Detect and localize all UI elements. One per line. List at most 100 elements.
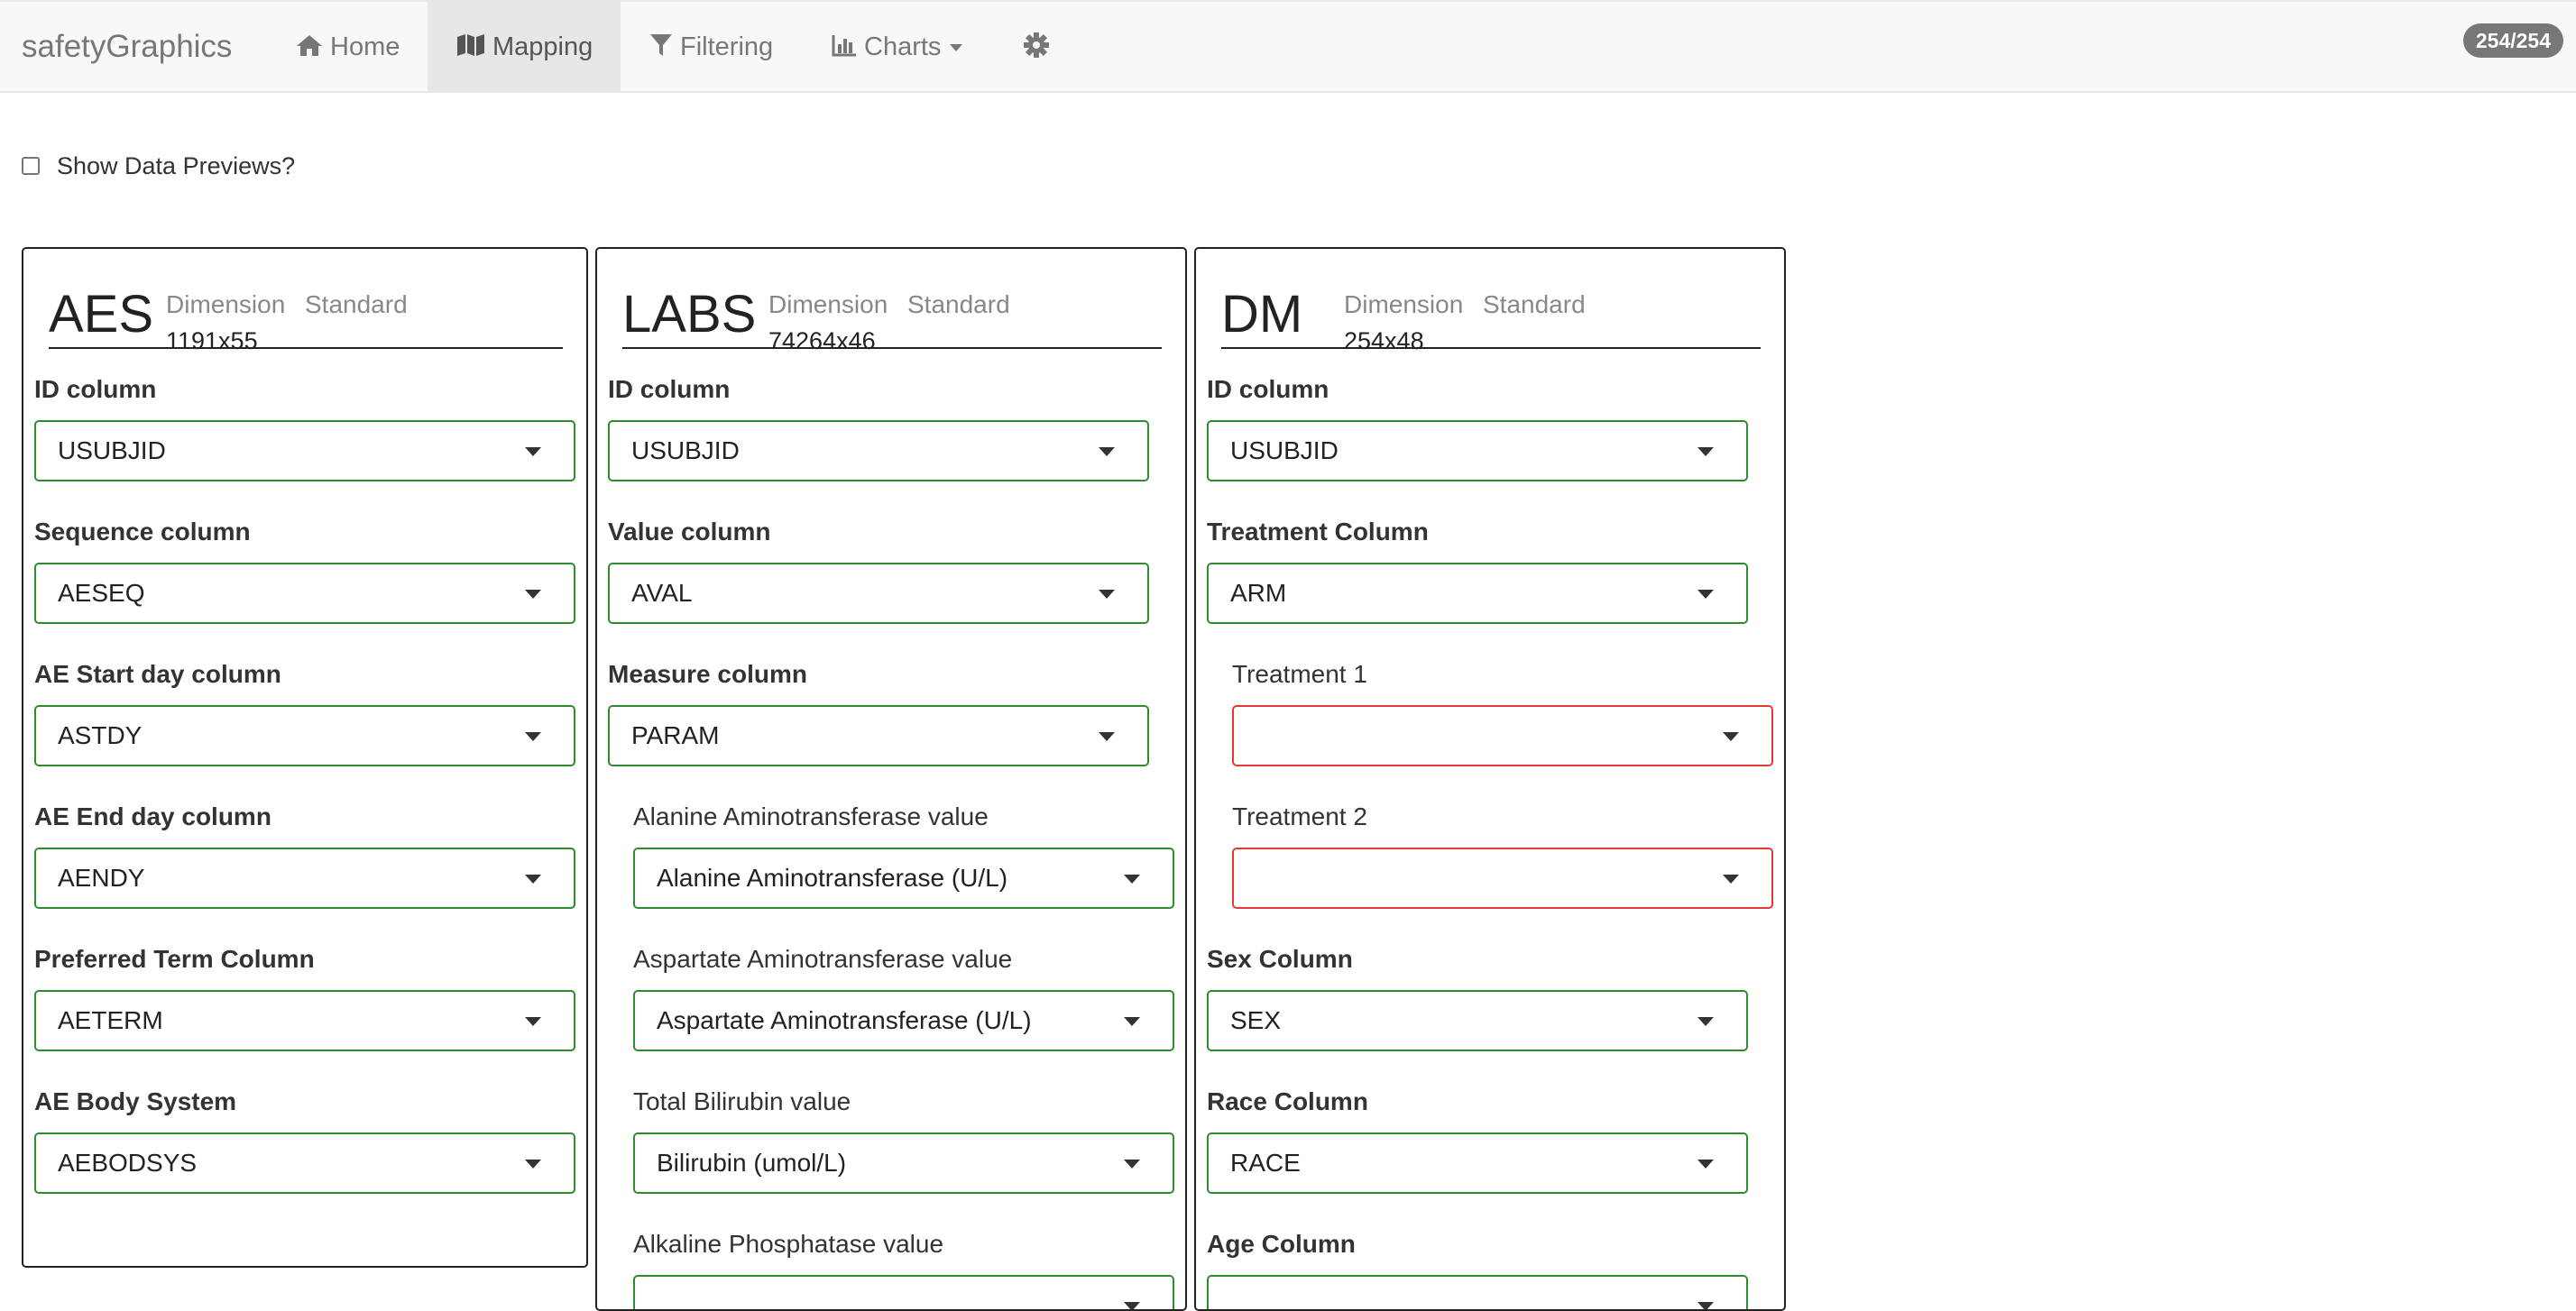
field-label: Alanine Aminotransferase value bbox=[633, 802, 989, 830]
nav-home[interactable]: Home bbox=[280, 2, 424, 91]
panel-dm: DM Dimension Standard 254x48 ID column U… bbox=[1194, 247, 1786, 1311]
field-label: AE Body System bbox=[34, 1087, 237, 1115]
panel-aes-header: AES Dimension Standard 1191x55 bbox=[49, 283, 563, 354]
chevron-down-icon bbox=[950, 44, 963, 52]
labs-alp-value-select[interactable] bbox=[633, 1275, 1174, 1309]
select-value: ARM bbox=[1230, 579, 1287, 607]
field-label: Aspartate Aminotransferase value bbox=[633, 945, 1013, 973]
labs-measure-column-select[interactable]: PARAM bbox=[608, 705, 1149, 766]
dropdown-arrow-icon bbox=[1124, 875, 1140, 884]
dropdown-arrow-icon bbox=[525, 590, 541, 599]
nav-charts-dropdown[interactable]: Charts bbox=[815, 2, 987, 91]
dropdown-arrow-icon bbox=[525, 447, 541, 456]
field-label: Total Bilirubin value bbox=[633, 1087, 851, 1115]
labs-ast-value-select[interactable]: Aspartate Aminotransferase (U/L) bbox=[633, 990, 1174, 1051]
field-label: Treatment Column bbox=[1207, 518, 1429, 545]
dimension-value: 254x48 bbox=[1344, 327, 1424, 354]
select-value: SEX bbox=[1230, 1006, 1282, 1034]
record-count-badge: 254/254 bbox=[2462, 23, 2563, 58]
select-value: RACE bbox=[1230, 1149, 1301, 1177]
field-label: Sequence column bbox=[34, 518, 251, 545]
labs-id-column-select[interactable]: USUBJID bbox=[608, 420, 1149, 481]
field-label: ID column bbox=[608, 375, 731, 403]
dimension-label: Dimension bbox=[768, 290, 888, 318]
aes-id-column-select[interactable]: USUBJID bbox=[34, 420, 575, 481]
show-data-previews-checkbox[interactable] bbox=[22, 157, 40, 175]
nav-home-label: Home bbox=[330, 32, 400, 61]
dropdown-arrow-icon bbox=[1099, 590, 1115, 599]
show-data-previews[interactable]: Show Data Previews? bbox=[22, 150, 295, 182]
nav-filtering-label: Filtering bbox=[680, 32, 774, 61]
field-label: Treatment 1 bbox=[1232, 660, 1367, 688]
dropdown-arrow-icon bbox=[1697, 1017, 1714, 1026]
select-value: USUBJID bbox=[631, 436, 740, 464]
field-label: Measure column bbox=[608, 660, 807, 688]
dm-age-column-select[interactable] bbox=[1207, 1275, 1748, 1309]
select-value: AESEQ bbox=[58, 579, 145, 607]
dropdown-arrow-icon bbox=[1124, 1160, 1140, 1169]
standard-label: Standard bbox=[305, 290, 408, 318]
field-label: Value column bbox=[608, 518, 771, 545]
panel-title: DM bbox=[1221, 285, 1303, 344]
field-label: Race Column bbox=[1207, 1087, 1368, 1115]
nav-settings[interactable] bbox=[1008, 2, 1068, 91]
field-label: Alkaline Phosphatase value bbox=[633, 1230, 944, 1258]
labs-value-column-select[interactable]: AVAL bbox=[608, 563, 1149, 624]
home-icon bbox=[297, 35, 322, 57]
nav-mapping[interactable]: Mapping bbox=[428, 2, 621, 91]
select-value: PARAM bbox=[631, 721, 720, 749]
dimension-value: 1191x55 bbox=[166, 327, 258, 354]
panel-title: LABS bbox=[622, 285, 757, 344]
panel-labs: LABS Dimension Standard 74264x46 ID colu… bbox=[595, 247, 1187, 1311]
dropdown-arrow-icon bbox=[1723, 875, 1739, 884]
field-label: Treatment 2 bbox=[1232, 802, 1367, 830]
app-brand[interactable]: safetyGraphics bbox=[22, 2, 232, 92]
dropdown-arrow-icon bbox=[1124, 1302, 1140, 1309]
dropdown-arrow-icon bbox=[525, 875, 541, 884]
panel-aes: AES Dimension Standard 1191x55 ID column… bbox=[22, 247, 588, 1268]
dropdown-arrow-icon bbox=[1723, 732, 1739, 741]
aes-sequence-column-select[interactable]: AESEQ bbox=[34, 563, 575, 624]
aes-body-system-select[interactable]: AEBODSYS bbox=[34, 1132, 575, 1194]
dm-treatment-column-select[interactable]: ARM bbox=[1207, 563, 1748, 624]
dm-id-column-select[interactable]: USUBJID bbox=[1207, 420, 1748, 481]
dropdown-arrow-icon bbox=[525, 1160, 541, 1169]
panel-dm-header: DM Dimension Standard 254x48 bbox=[1221, 283, 1761, 354]
select-value: AENDY bbox=[58, 864, 145, 892]
nav-filtering[interactable]: Filtering bbox=[633, 2, 796, 91]
panel-labs-header: LABS Dimension Standard 74264x46 bbox=[622, 283, 1162, 354]
aes-preferred-term-select[interactable]: AETERM bbox=[34, 990, 575, 1051]
navbar: safetyGraphics Home Mapping Filtering Ch… bbox=[0, 0, 2576, 93]
field-label: ID column bbox=[1207, 375, 1329, 403]
aes-start-day-select[interactable]: ASTDY bbox=[34, 705, 575, 766]
filter-icon bbox=[650, 34, 672, 57]
select-value: AVAL bbox=[631, 579, 693, 607]
dropdown-arrow-icon bbox=[1697, 590, 1714, 599]
select-value: USUBJID bbox=[1230, 436, 1339, 464]
field-label: AE End day column bbox=[34, 802, 271, 830]
dropdown-arrow-icon bbox=[1697, 1302, 1714, 1309]
labs-bilirubin-value-select[interactable]: Bilirubin (umol/L) bbox=[633, 1132, 1174, 1194]
bar-chart-icon bbox=[832, 35, 856, 57]
select-value: AEBODSYS bbox=[58, 1149, 198, 1177]
dropdown-arrow-icon bbox=[1099, 732, 1115, 741]
dropdown-arrow-icon bbox=[1697, 1160, 1714, 1169]
aes-end-day-select[interactable]: AENDY bbox=[34, 848, 575, 909]
dm-sex-column-select[interactable]: SEX bbox=[1207, 990, 1748, 1051]
dropdown-arrow-icon bbox=[1697, 447, 1714, 456]
panel-title: AES bbox=[49, 285, 154, 344]
dm-race-column-select[interactable]: RACE bbox=[1207, 1132, 1748, 1194]
nav-charts-label: Charts bbox=[864, 32, 942, 61]
dm-treatment-1-select[interactable] bbox=[1232, 705, 1773, 766]
dm-treatment-2-select[interactable] bbox=[1232, 848, 1773, 909]
field-label: Sex Column bbox=[1207, 945, 1353, 973]
select-value: Bilirubin (umol/L) bbox=[657, 1149, 847, 1177]
select-value: USUBJID bbox=[58, 436, 166, 464]
gear-icon bbox=[1024, 32, 1049, 59]
dropdown-arrow-icon bbox=[525, 1017, 541, 1026]
select-value: AETERM bbox=[58, 1006, 163, 1034]
standard-label: Standard bbox=[907, 290, 1010, 318]
labs-alt-value-select[interactable]: Alanine Aminotransferase (U/L) bbox=[633, 848, 1174, 909]
map-icon bbox=[457, 34, 484, 57]
field-label: Age Column bbox=[1207, 1230, 1356, 1258]
